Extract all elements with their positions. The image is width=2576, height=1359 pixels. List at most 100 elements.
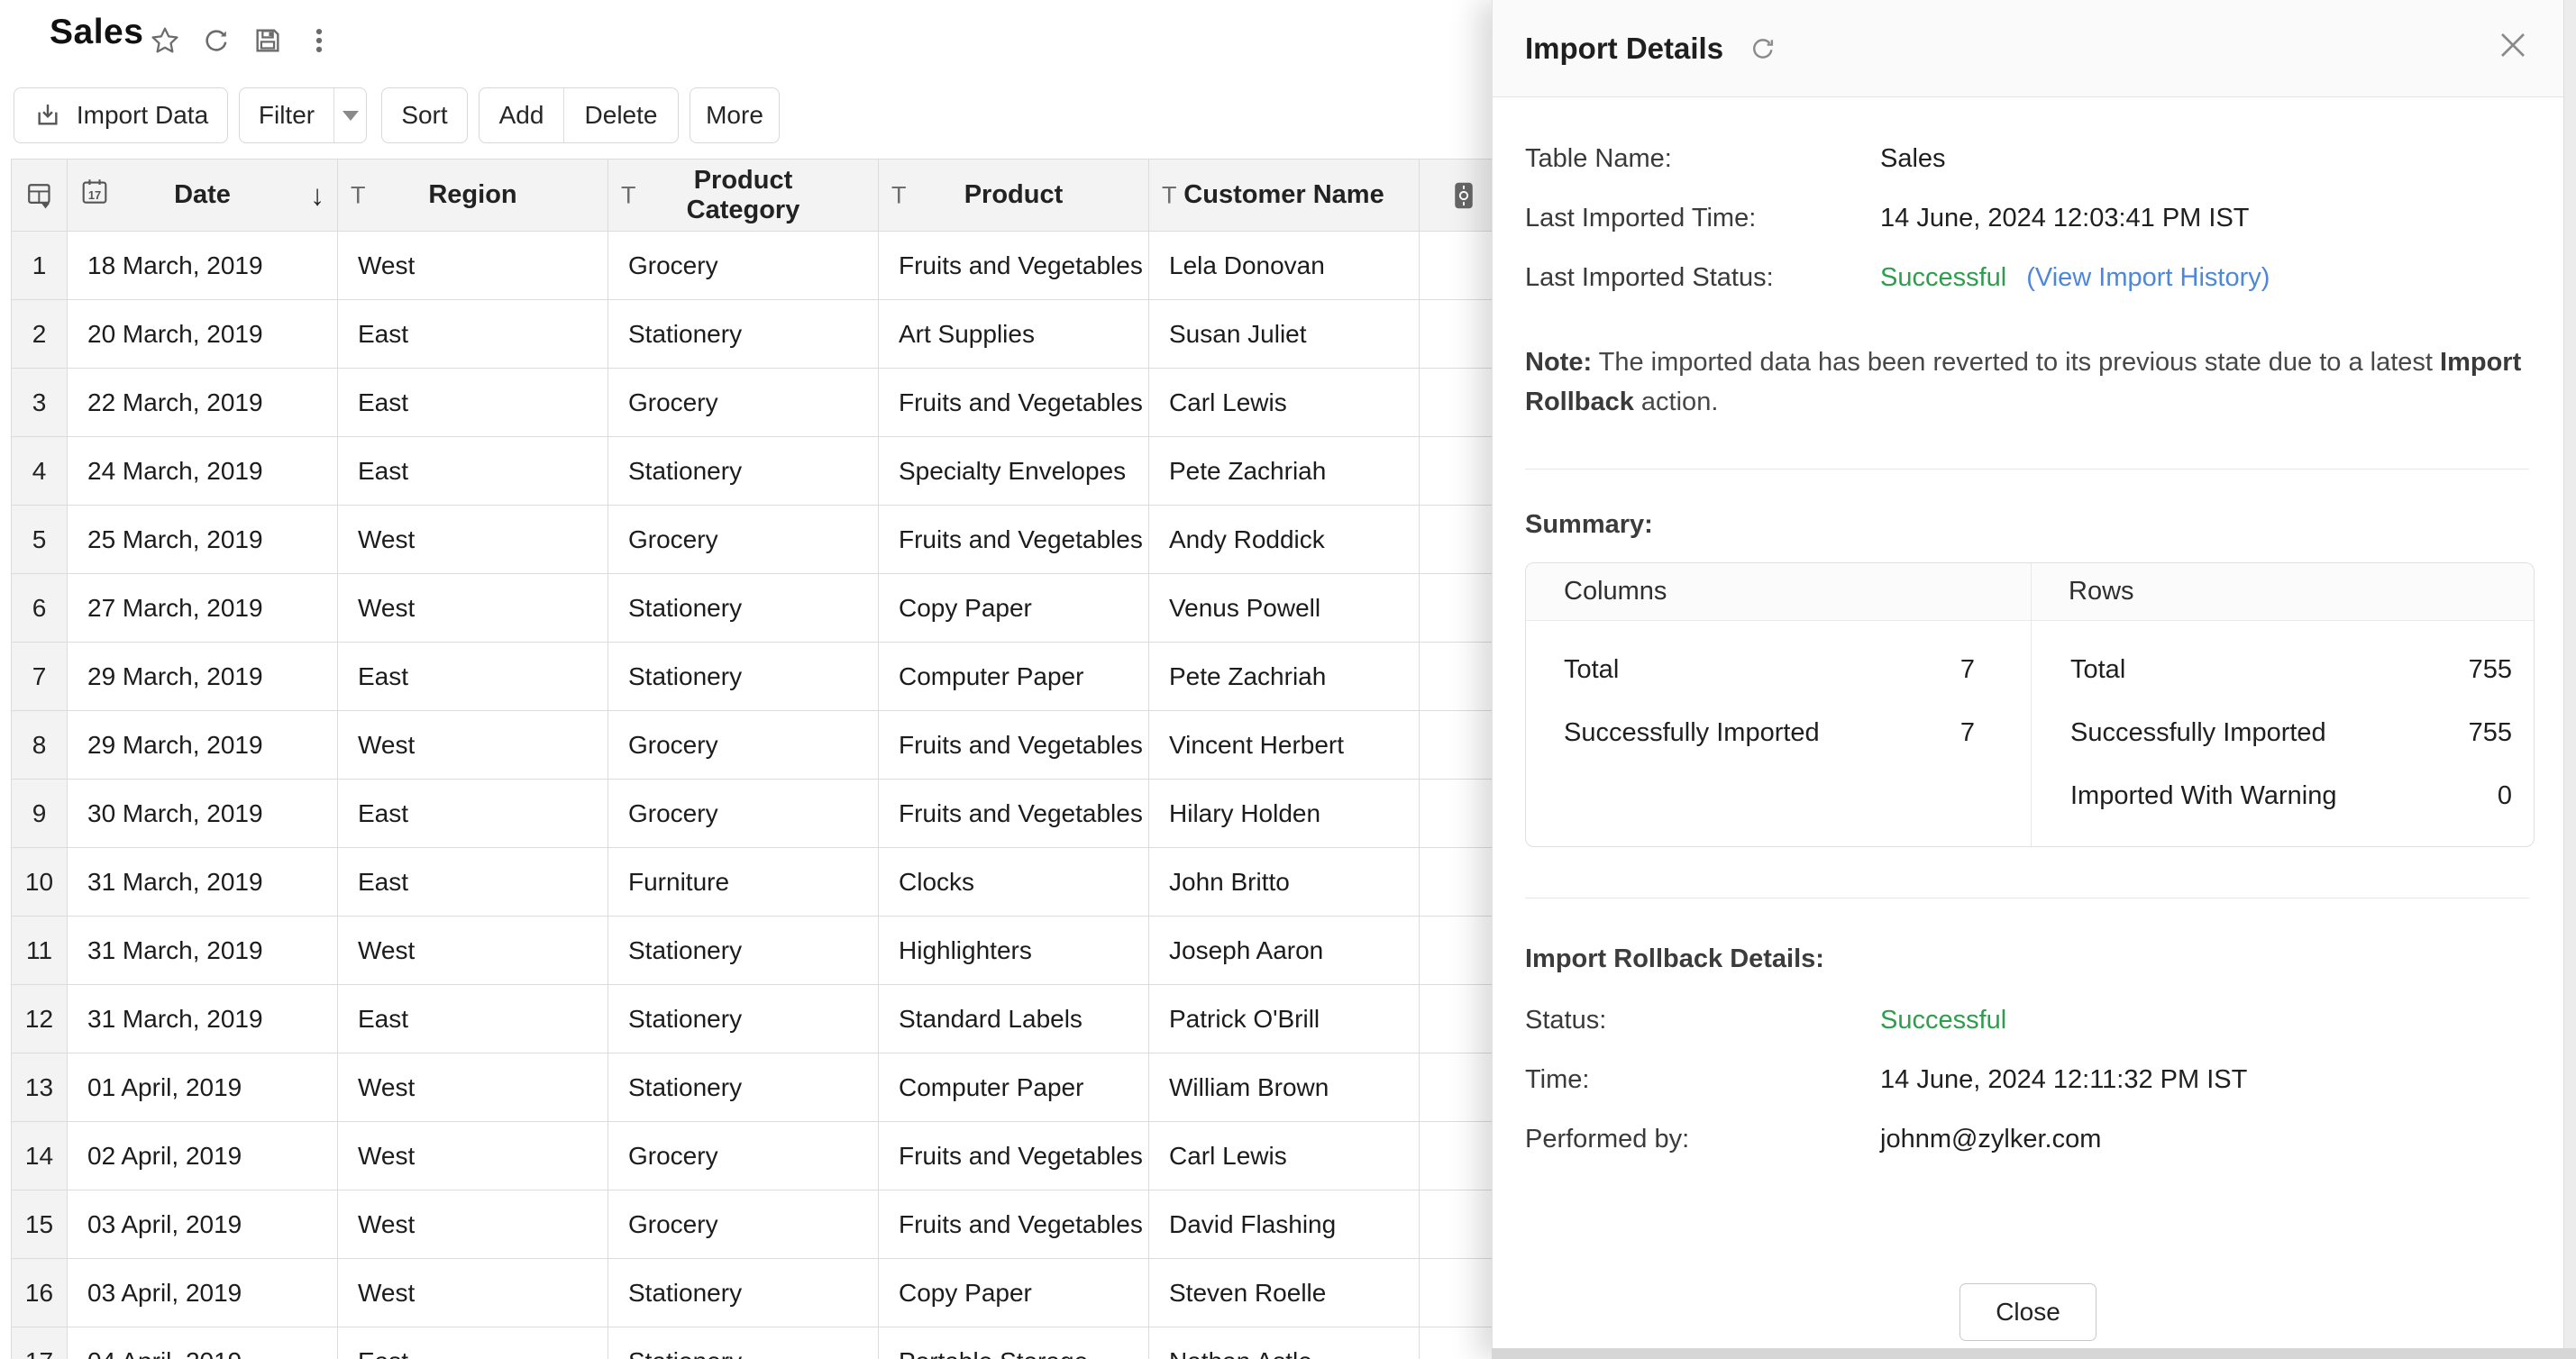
row-number-cell[interactable]: 14 bbox=[12, 1122, 68, 1190]
column-header-date[interactable]: 17 Date ↓ bbox=[68, 160, 338, 232]
cell-product[interactable]: Art Supplies bbox=[879, 300, 1149, 369]
row-number-cell[interactable]: 8 bbox=[12, 711, 68, 780]
add-button[interactable]: Add bbox=[480, 88, 563, 142]
cell-product-category[interactable]: Grocery bbox=[608, 1190, 879, 1259]
cell-customer-name[interactable]: Hilary Holden bbox=[1149, 780, 1420, 848]
cell-customer-name[interactable]: David Flashing bbox=[1149, 1190, 1420, 1259]
save-icon[interactable] bbox=[252, 25, 283, 56]
cell-product-category[interactable]: Grocery bbox=[608, 369, 879, 437]
cell-date[interactable]: 31 March, 2019 bbox=[68, 848, 338, 917]
cell-region[interactable]: East bbox=[338, 848, 608, 917]
cell-date[interactable]: 24 March, 2019 bbox=[68, 437, 338, 506]
cell-product[interactable]: Fruits and Vegetables bbox=[879, 1190, 1149, 1259]
row-number-cell[interactable]: 7 bbox=[12, 643, 68, 711]
cell-product[interactable]: Fruits and Vegetables bbox=[879, 369, 1149, 437]
row-number-cell[interactable]: 17 bbox=[12, 1327, 68, 1359]
cell-date[interactable]: 29 March, 2019 bbox=[68, 711, 338, 780]
cell-product[interactable]: Fruits and Vegetables bbox=[879, 506, 1149, 574]
cell-date[interactable]: 31 March, 2019 bbox=[68, 985, 338, 1053]
cell-region[interactable]: West bbox=[338, 711, 608, 780]
cell-product-category[interactable]: Stationery bbox=[608, 574, 879, 643]
cell-product[interactable]: Computer Paper bbox=[879, 643, 1149, 711]
cell-region[interactable]: West bbox=[338, 1053, 608, 1122]
row-number-cell[interactable]: 6 bbox=[12, 574, 68, 643]
cell-product[interactable]: Specialty Envelopes bbox=[879, 437, 1149, 506]
row-number-cell[interactable]: 11 bbox=[12, 917, 68, 985]
row-number-cell[interactable]: 3 bbox=[12, 369, 68, 437]
import-data-button[interactable]: Import Data bbox=[14, 87, 228, 143]
view-import-history-link[interactable]: (View Import History) bbox=[2026, 260, 2270, 296]
cell-product[interactable]: Computer Paper bbox=[879, 1053, 1149, 1122]
filter-dropdown-button[interactable] bbox=[333, 88, 366, 142]
row-number-cell[interactable]: 1 bbox=[12, 232, 68, 300]
cell-customer-name[interactable]: Carl Lewis bbox=[1149, 1122, 1420, 1190]
cell-product[interactable]: Fruits and Vegetables bbox=[879, 1122, 1149, 1190]
cell-customer-name[interactable]: Susan Juliet bbox=[1149, 300, 1420, 369]
cell-date[interactable]: 03 April, 2019 bbox=[68, 1259, 338, 1327]
cell-customer-name[interactable]: Steven Roelle bbox=[1149, 1259, 1420, 1327]
cell-customer-name[interactable]: Andy Roddick bbox=[1149, 506, 1420, 574]
cell-date[interactable]: 27 March, 2019 bbox=[68, 574, 338, 643]
row-number-cell[interactable]: 12 bbox=[12, 985, 68, 1053]
cell-product-category[interactable]: Furniture bbox=[608, 848, 879, 917]
cell-date[interactable]: 04 April, 2019 bbox=[68, 1327, 338, 1359]
cell-product[interactable]: Copy Paper bbox=[879, 574, 1149, 643]
cell-region[interactable]: West bbox=[338, 1190, 608, 1259]
cell-region[interactable]: East bbox=[338, 780, 608, 848]
row-number-cell[interactable]: 4 bbox=[12, 437, 68, 506]
cell-customer-name[interactable]: Pete Zachriah bbox=[1149, 643, 1420, 711]
cell-date[interactable]: 31 March, 2019 bbox=[68, 917, 338, 985]
close-button[interactable]: Close bbox=[1959, 1283, 2096, 1341]
cell-region[interactable]: West bbox=[338, 1259, 608, 1327]
cell-date[interactable]: 30 March, 2019 bbox=[68, 780, 338, 848]
delete-button[interactable]: Delete bbox=[563, 88, 678, 142]
cell-region[interactable]: East bbox=[338, 985, 608, 1053]
cell-product[interactable]: Fruits and Vegetables bbox=[879, 711, 1149, 780]
cell-product-category[interactable]: Grocery bbox=[608, 780, 879, 848]
cell-customer-name[interactable]: Vincent Herbert bbox=[1149, 711, 1420, 780]
column-header-customer-name[interactable]: T Customer Name bbox=[1149, 160, 1420, 232]
cell-product[interactable]: Fruits and Vegetables bbox=[879, 780, 1149, 848]
horizontal-scrollbar[interactable] bbox=[1492, 1348, 2576, 1359]
cell-customer-name[interactable]: Pete Zachriah bbox=[1149, 437, 1420, 506]
cell-product-category[interactable]: Stationery bbox=[608, 1259, 879, 1327]
cell-product-category[interactable]: Stationery bbox=[608, 1327, 879, 1359]
row-number-cell[interactable]: 16 bbox=[12, 1259, 68, 1327]
more-options-kebab-icon[interactable] bbox=[304, 25, 334, 56]
column-header-product[interactable]: T Product bbox=[879, 160, 1149, 232]
column-header-product-category[interactable]: T Product Category bbox=[608, 160, 879, 232]
select-all-header[interactable] bbox=[12, 160, 68, 232]
cell-date[interactable]: 29 March, 2019 bbox=[68, 643, 338, 711]
cell-customer-name[interactable]: William Brown bbox=[1149, 1053, 1420, 1122]
cell-region[interactable]: West bbox=[338, 574, 608, 643]
cell-product-category[interactable]: Stationery bbox=[608, 985, 879, 1053]
column-header-region[interactable]: T Region bbox=[338, 160, 608, 232]
cell-date[interactable]: 25 March, 2019 bbox=[68, 506, 338, 574]
cell-region[interactable]: West bbox=[338, 506, 608, 574]
cell-date[interactable]: 20 March, 2019 bbox=[68, 300, 338, 369]
cell-product-category[interactable]: Grocery bbox=[608, 232, 879, 300]
panel-refresh-icon[interactable] bbox=[1747, 32, 1779, 65]
cell-customer-name[interactable]: Lela Donovan bbox=[1149, 232, 1420, 300]
cell-region[interactable]: East bbox=[338, 300, 608, 369]
sort-descending-icon[interactable]: ↓ bbox=[310, 178, 324, 212]
vertical-scrollbar-track[interactable] bbox=[2563, 0, 2576, 1359]
cell-product[interactable]: Clocks bbox=[879, 848, 1149, 917]
filter-button[interactable]: Filter bbox=[240, 88, 333, 142]
more-button[interactable]: More bbox=[690, 87, 780, 143]
cell-product[interactable]: Standard Labels bbox=[879, 985, 1149, 1053]
cell-region[interactable]: West bbox=[338, 1122, 608, 1190]
cell-product-category[interactable]: Grocery bbox=[608, 711, 879, 780]
cell-customer-name[interactable]: Nathan Astle bbox=[1149, 1327, 1420, 1359]
cell-customer-name[interactable]: Carl Lewis bbox=[1149, 369, 1420, 437]
cell-product-category[interactable]: Stationery bbox=[608, 917, 879, 985]
cell-product-category[interactable]: Stationery bbox=[608, 300, 879, 369]
row-number-cell[interactable]: 10 bbox=[12, 848, 68, 917]
cell-region[interactable]: West bbox=[338, 917, 608, 985]
cell-product-category[interactable]: Stationery bbox=[608, 643, 879, 711]
cell-customer-name[interactable]: Patrick O'Brill bbox=[1149, 985, 1420, 1053]
row-number-cell[interactable]: 5 bbox=[12, 506, 68, 574]
cell-date[interactable]: 02 April, 2019 bbox=[68, 1122, 338, 1190]
cell-product[interactable]: Copy Paper bbox=[879, 1259, 1149, 1327]
row-number-cell[interactable]: 13 bbox=[12, 1053, 68, 1122]
